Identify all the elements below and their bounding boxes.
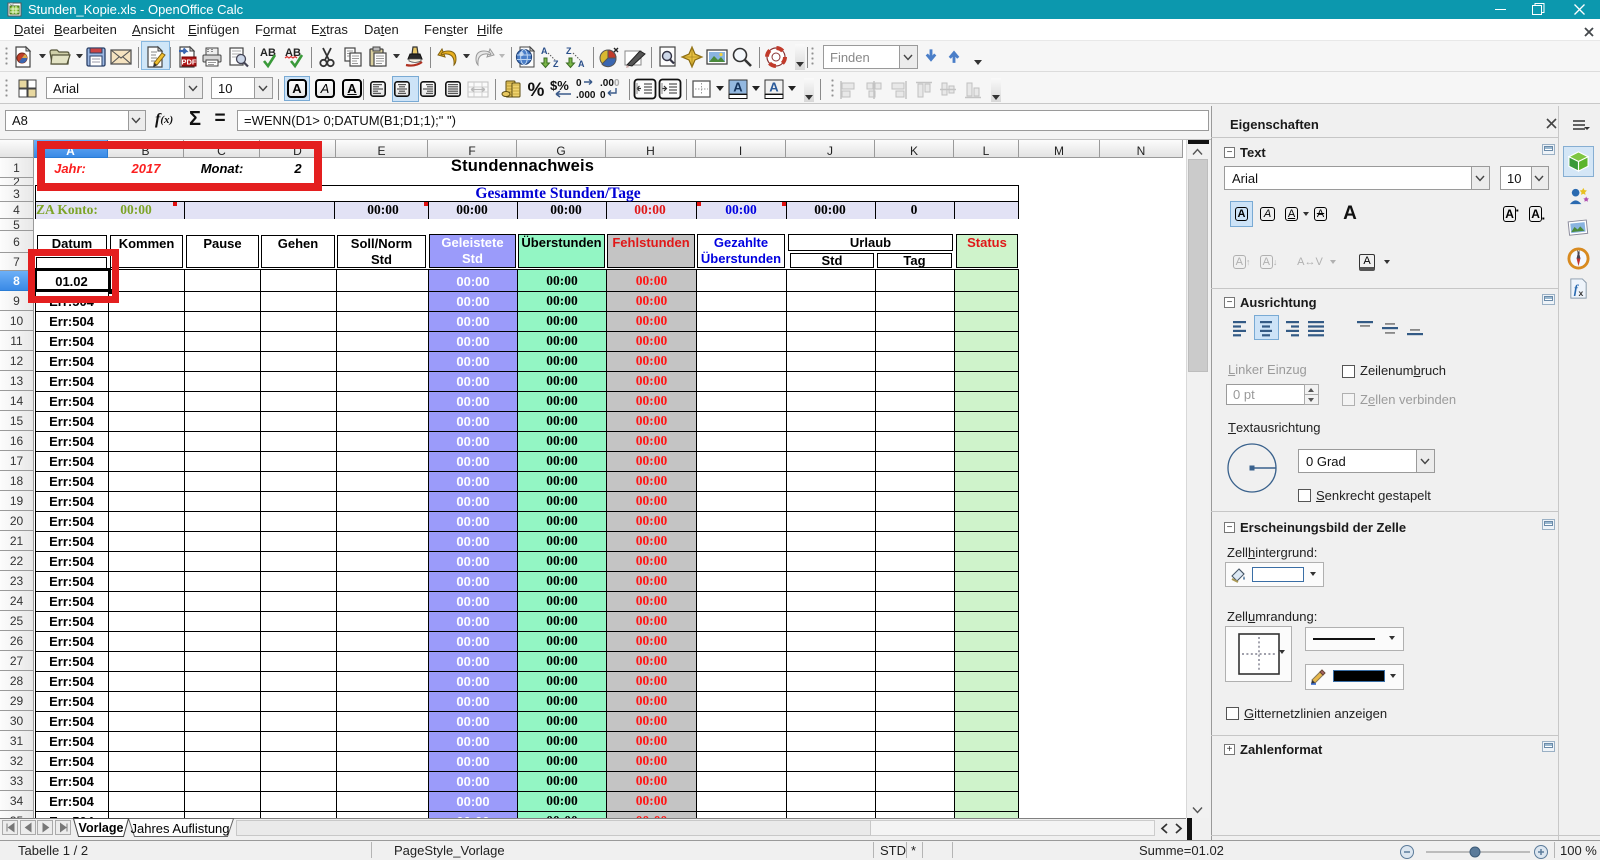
svg-text:x: x	[1579, 288, 1584, 298]
svg-text:0: 0	[576, 78, 582, 89]
svg-text:A: A	[733, 80, 743, 95]
svg-text:0: 0	[600, 90, 606, 101]
svg-text:A: A	[769, 80, 779, 95]
svg-text:Z: Z	[566, 46, 572, 56]
svg-text:A: A	[578, 59, 585, 69]
svg-text:.000: .000	[576, 90, 596, 101]
svg-text:PDF: PDF	[182, 58, 197, 67]
svg-text:Z: Z	[553, 59, 559, 69]
svg-text:%: %	[528, 80, 545, 101]
svg-text:0: 0	[614, 78, 620, 89]
svg-text:N: N	[1577, 250, 1581, 256]
svg-text:.00: .00	[600, 78, 614, 89]
svg-text:A: A	[541, 46, 548, 56]
